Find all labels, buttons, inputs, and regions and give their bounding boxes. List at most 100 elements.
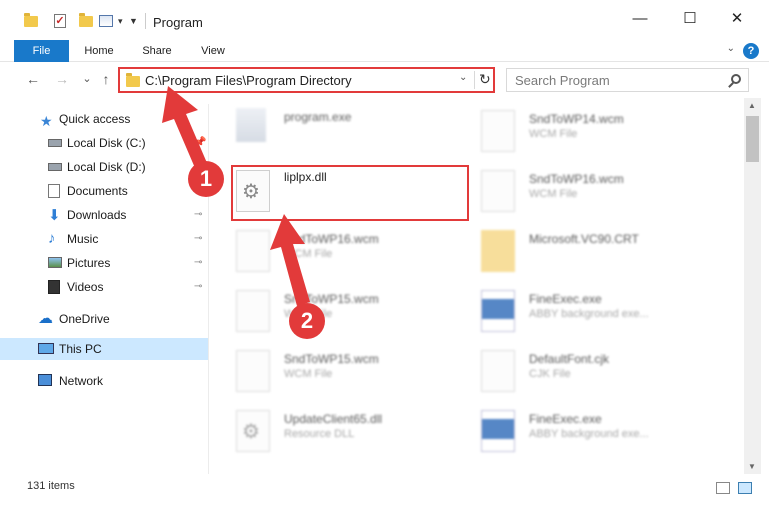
tab-share[interactable]: Share: [132, 40, 182, 62]
help-icon[interactable]: ?: [743, 43, 759, 59]
back-button[interactable]: ←: [24, 69, 42, 89]
pin-icon[interactable]: ⊸: [194, 228, 202, 250]
new-folder-icon[interactable]: [79, 12, 93, 30]
sidebar-item-documents[interactable]: Documents: [0, 180, 208, 202]
step-2-badge: 2: [289, 303, 325, 339]
address-highlight-box: [118, 67, 495, 93]
sidebar-item-label: Downloads: [67, 208, 127, 222]
tab-home[interactable]: Home: [76, 40, 122, 62]
sidebar-item-label: OneDrive: [59, 312, 110, 326]
sidebar-item-downloads[interactable]: ⬇ Downloads ⊸: [0, 204, 208, 226]
recent-locations-button[interactable]: ⌄: [78, 69, 96, 89]
customize-view-icon[interactable]: [99, 12, 113, 30]
application-icon: [481, 290, 515, 332]
star-icon: ★: [40, 113, 53, 129]
list-item[interactable]: SndToWP16.wcm WCM File: [212, 222, 452, 278]
sidebar-item-music[interactable]: ♪ Music ⊸: [0, 228, 208, 250]
tab-view[interactable]: View: [192, 40, 234, 62]
sidebar-item-label: Network: [59, 374, 104, 388]
pictures-icon: [48, 257, 62, 268]
ribbon-tabs: File Home Share View ⌄ ?: [0, 40, 769, 62]
scroll-up-icon[interactable]: ▲: [748, 101, 756, 110]
pin-icon[interactable]: 📌: [194, 132, 206, 154]
pin-icon[interactable]: ⊸: [194, 276, 202, 298]
music-icon: ♪: [48, 230, 56, 247]
cloud-icon: ☁: [38, 310, 53, 327]
list-item[interactable]: SndToWP14.wcm WCM File: [457, 102, 697, 158]
sidebar-item-label: Local Disk (D:): [67, 160, 146, 174]
download-icon: ⬇: [48, 207, 61, 224]
file-name: Microsoft.VC90.CRT: [529, 232, 639, 246]
documents-icon: [48, 184, 60, 198]
title-divider: [145, 13, 146, 29]
sidebar-item-onedrive[interactable]: ☁ OneDrive: [0, 308, 208, 330]
search-placeholder: Search Program: [515, 73, 610, 88]
pin-icon[interactable]: ⊸: [194, 204, 202, 226]
item-count: 131 items: [27, 480, 75, 492]
scroll-down-icon[interactable]: ▼: [748, 462, 756, 471]
sidebar-item-videos[interactable]: Videos ⊸: [0, 276, 208, 298]
computer-icon: [38, 343, 54, 354]
file-type: ABBY background exe...: [529, 308, 649, 320]
folder-icon: [24, 12, 38, 30]
search-icon[interactable]: [731, 74, 741, 84]
sidebar-item-local-disk-c[interactable]: Local Disk (C:) 📌: [0, 132, 208, 154]
window-title: Program: [153, 15, 203, 30]
drive-icon: [48, 139, 62, 147]
sidebar-item-label: This PC: [59, 342, 102, 356]
file-name: SndToWP16.wcm: [529, 172, 624, 186]
tab-file[interactable]: File: [14, 40, 69, 62]
list-item[interactable]: SndToWP15.wcm WCM File: [212, 282, 452, 338]
pane-divider: [208, 104, 209, 474]
up-button[interactable]: ↑: [97, 69, 115, 89]
file-icon: [236, 230, 270, 272]
list-item[interactable]: Microsoft.VC90.CRT: [457, 222, 697, 278]
close-button[interactable]: ✕: [722, 8, 752, 30]
forward-button[interactable]: →: [53, 69, 71, 89]
sidebar-item-label: Documents: [67, 184, 128, 198]
file-name: FineExec.exe: [529, 412, 602, 426]
file-name: DefaultFont.cjk: [529, 352, 610, 366]
file-icon: [481, 170, 515, 212]
sidebar-item-pictures[interactable]: Pictures ⊸: [0, 252, 208, 274]
pin-icon[interactable]: ⊸: [194, 252, 202, 274]
sidebar-item-network[interactable]: Network: [0, 370, 208, 392]
drive-icon: [48, 163, 62, 171]
list-item[interactable]: DefaultFont.cjk CJK File: [457, 342, 697, 398]
step-1-badge: 1: [188, 161, 224, 197]
file-type: WCM File: [284, 248, 333, 260]
vertical-scrollbar[interactable]: ▲ ▼: [744, 98, 761, 474]
application-icon: [481, 410, 515, 452]
qa-customize-icon[interactable]: ▼: [129, 12, 138, 30]
details-view-icon[interactable]: [716, 482, 730, 494]
scroll-thumb[interactable]: [746, 116, 759, 162]
list-item[interactable]: UpdateClient65.dll Resource DLL: [212, 402, 452, 458]
sidebar-item-local-disk-d[interactable]: Local Disk (D:): [0, 156, 208, 178]
list-item[interactable]: FineExec.exe ABBY background exe...: [457, 282, 697, 338]
title-bar: ✓ ▾ ▼ Program — ☐ ✕: [0, 0, 769, 40]
sidebar-item-quick-access[interactable]: ★ Quick access: [0, 108, 208, 130]
sidebar-item-this-pc[interactable]: This PC: [0, 338, 208, 360]
sidebar-item-label: Videos: [67, 280, 104, 294]
list-item[interactable]: SndToWP15.wcm WCM File: [212, 342, 452, 398]
large-icons-view-icon[interactable]: [738, 482, 752, 494]
properties-check-icon[interactable]: ✓: [54, 12, 66, 30]
minimize-button[interactable]: —: [625, 8, 655, 30]
list-item[interactable]: FineExec.exe ABBY background exe...: [457, 402, 697, 458]
file-type: WCM File: [284, 368, 333, 380]
file-name: SndToWP15.wcm: [284, 352, 379, 366]
videos-icon: [48, 280, 60, 294]
list-item[interactable]: SndToWP16.wcm WCM File: [457, 162, 697, 218]
folder-icon: [481, 230, 515, 272]
list-item[interactable]: program.exe: [212, 102, 452, 158]
sidebar-item-label: Quick access: [59, 112, 131, 126]
sidebar-item-label: Local Disk (C:): [67, 136, 146, 150]
collapse-ribbon-icon[interactable]: ⌄: [727, 43, 735, 54]
network-icon: [38, 374, 52, 386]
navigation-pane: ★ Quick access Local Disk (C:) 📌 Local D…: [0, 104, 208, 474]
application-icon: [236, 108, 266, 142]
file-type: ABBY background exe...: [529, 428, 649, 440]
qa-dropdown-icon[interactable]: ▾: [118, 12, 123, 30]
search-input[interactable]: Search Program: [506, 68, 749, 92]
maximize-button[interactable]: ☐: [675, 8, 705, 30]
